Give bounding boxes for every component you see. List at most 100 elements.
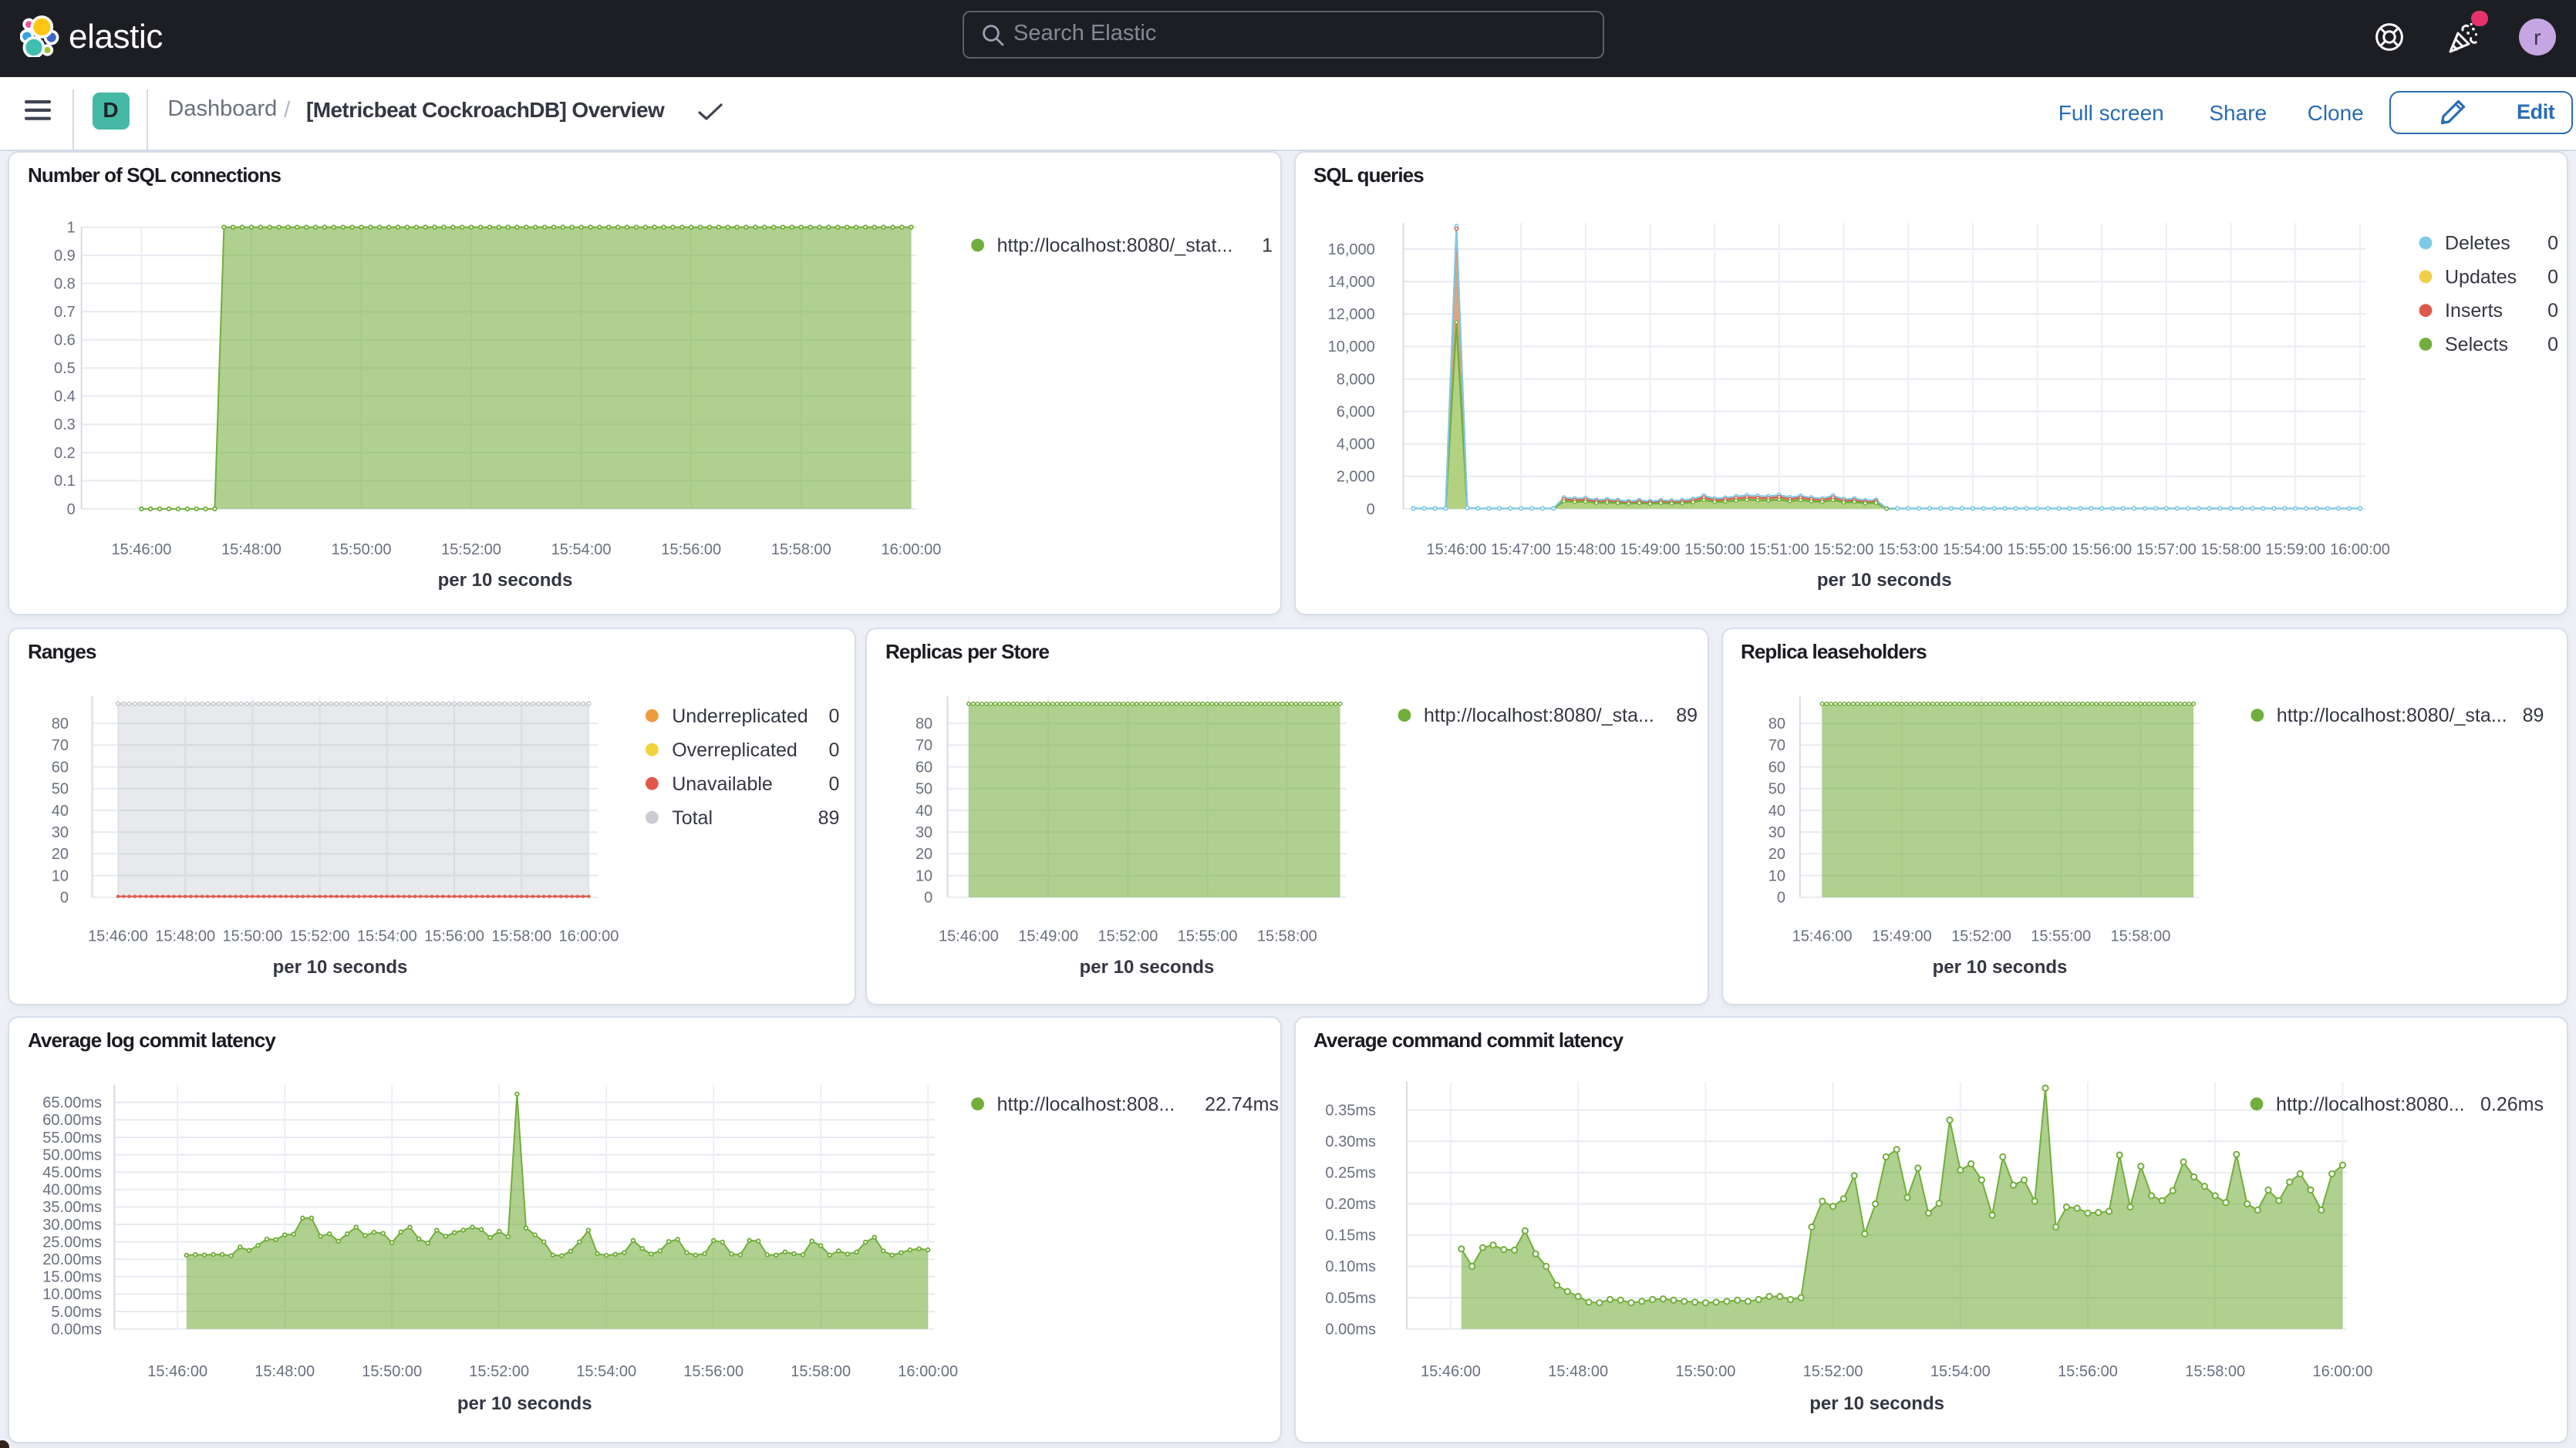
svg-text:0: 0 (1366, 500, 1374, 517)
svg-text:0.26ms: 0.26ms (2480, 1093, 2543, 1114)
svg-text:89: 89 (818, 807, 840, 828)
svg-text:10,000: 10,000 (1327, 338, 1374, 355)
svg-text:40: 40 (915, 802, 932, 819)
svg-text:Updates: Updates (2444, 265, 2516, 287)
svg-text:per 10 seconds: per 10 seconds (457, 1392, 592, 1413)
svg-text:65.00ms: 65.00ms (42, 1094, 102, 1111)
svg-text:0.7: 0.7 (54, 303, 76, 320)
svg-text:15:53:00: 15:53:00 (1877, 540, 1937, 557)
svg-text:0: 0 (2547, 333, 2557, 355)
svg-text:16:00:00: 16:00:00 (2311, 1362, 2372, 1379)
svg-text:15:54:00: 15:54:00 (1930, 1362, 1990, 1379)
svg-text:10: 10 (52, 867, 69, 884)
svg-text:0.4: 0.4 (54, 388, 76, 405)
svg-text:80: 80 (52, 715, 69, 732)
svg-text:0: 0 (2547, 265, 2557, 287)
svg-text:16:00:00: 16:00:00 (558, 928, 619, 945)
svg-text:4,000: 4,000 (1336, 436, 1374, 453)
svg-text:Inserts: Inserts (2444, 299, 2502, 321)
svg-text:30: 30 (52, 823, 69, 840)
svg-text:15:52:00: 15:52:00 (1951, 928, 2011, 945)
svg-text:89: 89 (2522, 704, 2544, 726)
svg-text:50.00ms: 50.00ms (42, 1146, 102, 1163)
svg-text:15:48:00: 15:48:00 (155, 928, 215, 945)
svg-text:45.00ms: 45.00ms (42, 1163, 102, 1180)
svg-text:15:46:00: 15:46:00 (939, 928, 999, 945)
svg-text:0.8: 0.8 (54, 274, 76, 291)
svg-text:15:54:00: 15:54:00 (1942, 540, 2002, 557)
svg-text:15:46:00: 15:46:00 (1420, 1362, 1480, 1379)
svg-text:70: 70 (52, 736, 69, 753)
svg-text:20: 20 (52, 845, 69, 862)
svg-text:http://localhost:8080/_stat...: http://localhost:8080/_stat... (997, 234, 1233, 256)
svg-text:40: 40 (1768, 802, 1785, 819)
svg-text:15:48:00: 15:48:00 (1555, 540, 1615, 557)
svg-text:0: 0 (2547, 232, 2557, 254)
svg-text:15:56:00: 15:56:00 (683, 1362, 743, 1379)
svg-text:15:52:00: 15:52:00 (290, 928, 350, 945)
svg-text:2,000: 2,000 (1336, 468, 1374, 485)
svg-text:0: 0 (2547, 299, 2557, 321)
svg-text:0.10ms: 0.10ms (1324, 1258, 1375, 1275)
svg-text:15:58:00: 15:58:00 (791, 1362, 851, 1379)
svg-text:20.00ms: 20.00ms (42, 1251, 102, 1268)
svg-text:15.00ms: 15.00ms (42, 1268, 102, 1285)
svg-text:per 10 seconds: per 10 seconds (1932, 956, 2067, 977)
svg-text:12,000: 12,000 (1327, 305, 1374, 322)
svg-text:14,000: 14,000 (1327, 273, 1374, 290)
svg-text:0: 0 (924, 889, 932, 906)
svg-text:25.00ms: 25.00ms (42, 1233, 102, 1250)
svg-text:0.25ms: 0.25ms (1324, 1164, 1375, 1181)
svg-text:per 10 seconds: per 10 seconds (1809, 1392, 1944, 1413)
svg-text:70: 70 (1768, 736, 1785, 753)
svg-text:Overreplicated: Overreplicated (672, 739, 797, 760)
svg-text:15:46:00: 15:46:00 (1792, 928, 1852, 945)
svg-text:0: 0 (828, 739, 839, 760)
svg-text:50: 50 (1768, 780, 1785, 797)
svg-text:89: 89 (1676, 704, 1698, 726)
svg-text:15:50:00: 15:50:00 (362, 1362, 422, 1379)
svg-text:60: 60 (915, 758, 932, 775)
svg-text:50: 50 (915, 780, 932, 797)
svg-text:15:46:00: 15:46:00 (147, 1362, 207, 1379)
svg-text:15:52:00: 15:52:00 (469, 1362, 529, 1379)
svg-text:60: 60 (52, 758, 69, 775)
svg-text:16:00:00: 16:00:00 (881, 540, 941, 557)
svg-text:70: 70 (915, 736, 932, 753)
svg-text:10: 10 (915, 867, 932, 884)
svg-text:0.2: 0.2 (54, 444, 76, 461)
svg-text:0: 0 (828, 705, 839, 726)
svg-text:40: 40 (52, 802, 69, 819)
svg-text:0.35ms: 0.35ms (1324, 1101, 1375, 1118)
svg-text:per 10 seconds: per 10 seconds (273, 956, 408, 977)
svg-text:15:52:00: 15:52:00 (1097, 928, 1158, 945)
svg-text:Deletes: Deletes (2444, 232, 2510, 254)
svg-text:8,000: 8,000 (1336, 370, 1374, 387)
svg-text:Selects: Selects (2444, 333, 2507, 355)
svg-text:15:50:00: 15:50:00 (1674, 1362, 1735, 1379)
svg-text:16,000: 16,000 (1327, 241, 1374, 258)
svg-text:0.05ms: 0.05ms (1324, 1289, 1375, 1306)
svg-text:35.00ms: 35.00ms (42, 1198, 102, 1215)
svg-text:15:58:00: 15:58:00 (2200, 540, 2261, 557)
svg-text:15:52:00: 15:52:00 (441, 540, 501, 557)
svg-text:15:48:00: 15:48:00 (221, 540, 282, 557)
svg-text:15:55:00: 15:55:00 (2030, 928, 2090, 945)
svg-text:0.9: 0.9 (54, 247, 76, 264)
svg-text:15:55:00: 15:55:00 (2007, 540, 2067, 557)
svg-text:http://localhost:8080/_sta...: http://localhost:8080/_sta... (2276, 704, 2507, 726)
svg-text:15:49:00: 15:49:00 (1018, 928, 1078, 945)
svg-text:15:58:00: 15:58:00 (491, 928, 551, 945)
svg-text:15:50:00: 15:50:00 (332, 540, 392, 557)
svg-text:0.5: 0.5 (54, 359, 76, 376)
svg-text:http://localhost:8080...: http://localhost:8080... (2275, 1093, 2464, 1114)
svg-text:10.00ms: 10.00ms (42, 1285, 102, 1302)
svg-text:30.00ms: 30.00ms (42, 1216, 102, 1233)
svg-text:10: 10 (1768, 867, 1785, 884)
svg-text:6,000: 6,000 (1336, 402, 1374, 419)
svg-text:15:58:00: 15:58:00 (2184, 1362, 2244, 1379)
svg-text:0: 0 (828, 773, 839, 794)
svg-text:per 10 seconds: per 10 seconds (1080, 956, 1215, 977)
svg-text:20: 20 (1768, 845, 1785, 862)
svg-text:per 10 seconds: per 10 seconds (1816, 569, 1951, 590)
